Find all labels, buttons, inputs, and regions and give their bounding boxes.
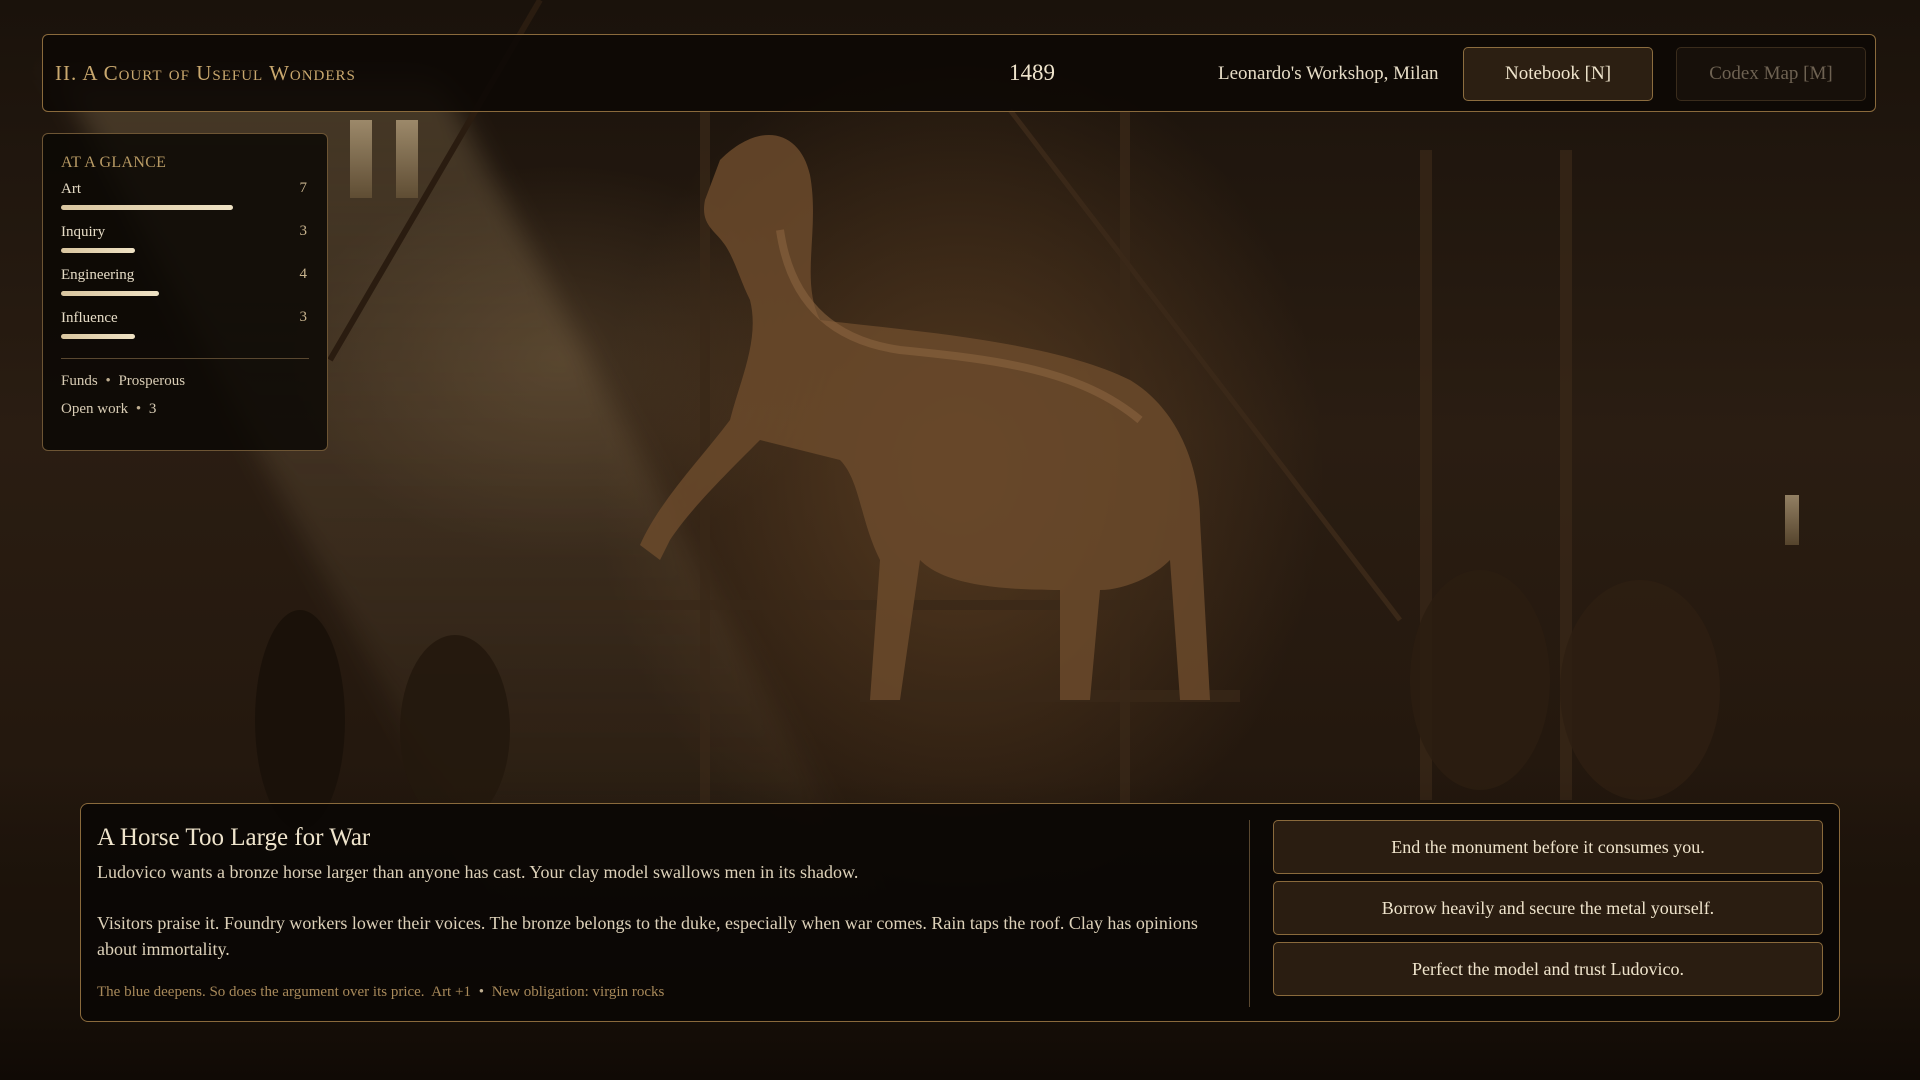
choice-button-1[interactable]: End the monument before it consumes you. [1273, 820, 1823, 874]
stat-value: 3 [299, 309, 308, 325]
divider [61, 358, 309, 359]
event-title: A Horse Too Large for War [97, 824, 371, 851]
year-display: 1489 [1009, 60, 1055, 85]
choice-button-3[interactable]: Perfect the model and trust Ludovico. [1273, 942, 1823, 996]
funds-label: Funds [61, 373, 98, 389]
event-body: Visitors praise it. Foundry workers lowe… [97, 913, 1198, 959]
funds-value: Prosperous [118, 373, 186, 389]
codex-map-button[interactable]: Codex Map [M] [1676, 47, 1866, 101]
open-work-value: 3 [148, 401, 157, 417]
event-intro: Ludovico wants a bronze horse larger tha… [97, 862, 859, 882]
stat-art: Art 7 [61, 180, 309, 223]
at-a-glance-panel: AT A GLANCE Art 7 Inquiry 3 Engineering … [42, 133, 328, 451]
event-footer: The blue deepens. So does the argument o… [97, 984, 664, 1001]
stat-label: Influence [61, 310, 118, 326]
footer-obligation: New obligation: virgin rocks [491, 984, 665, 1000]
footer-effect: Art +1 [431, 984, 471, 1000]
stat-engineering: Engineering 4 [61, 266, 309, 309]
separator-dot: • [135, 401, 142, 417]
stat-value: 3 [299, 223, 308, 239]
top-bar: II. A Court of Useful Wonders 1489 Leona… [42, 34, 1876, 112]
event-panel: A Horse Too Large for War Ludovico wants… [80, 803, 1840, 1022]
open-work-line: Open work • 3 [61, 401, 309, 418]
footer-text: The blue deepens. So does the argument o… [97, 984, 425, 1000]
stat-bar [61, 291, 159, 296]
stat-bar [61, 205, 233, 210]
separator-dot: • [478, 984, 484, 1000]
location-label: Leonardo's Workshop, Milan [1218, 63, 1439, 84]
stat-label: Inquiry [61, 224, 106, 240]
stat-inquiry: Inquiry 3 [61, 223, 309, 266]
chapter-title: II. A Court of Useful Wonders [55, 61, 356, 85]
panel-divider [1249, 820, 1250, 1007]
funds-line: Funds • Prosperous [61, 373, 309, 390]
separator-dot: • [105, 373, 111, 389]
stat-influence: Influence 3 [61, 309, 309, 352]
panel-title: AT A GLANCE [61, 154, 167, 171]
stat-value: 4 [299, 266, 308, 282]
stat-bar [61, 334, 135, 339]
stat-value: 7 [299, 180, 308, 196]
open-work-label: Open work [61, 401, 129, 417]
stat-label: Engineering [61, 267, 135, 283]
stat-bar [61, 248, 135, 253]
notebook-button[interactable]: Notebook [N] [1463, 47, 1653, 101]
stat-label: Art [61, 181, 81, 197]
choice-button-2[interactable]: Borrow heavily and secure the metal your… [1273, 881, 1823, 935]
